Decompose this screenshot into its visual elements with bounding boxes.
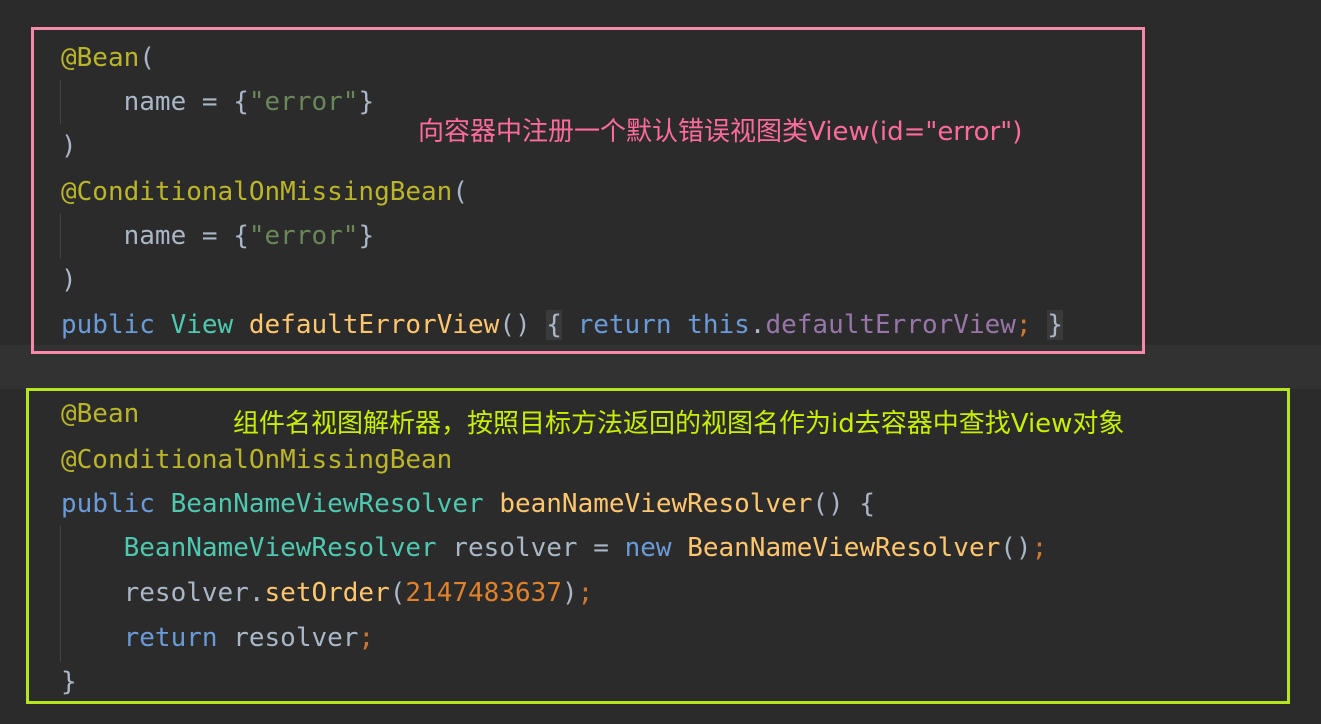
annotation-box-pink: [31, 27, 1145, 354]
code-editor-screenshot: @Bean( name = {"error"} ) @ConditionalOn…: [0, 0, 1321, 724]
annotation-note-view-resolver: 组件名视图解析器，按照目标方法返回的视图名作为id去容器中查找View对象: [233, 409, 1125, 439]
annotation-note-error-view: 向容器中注册一个默认错误视图类View(id="error"): [418, 117, 1023, 147]
